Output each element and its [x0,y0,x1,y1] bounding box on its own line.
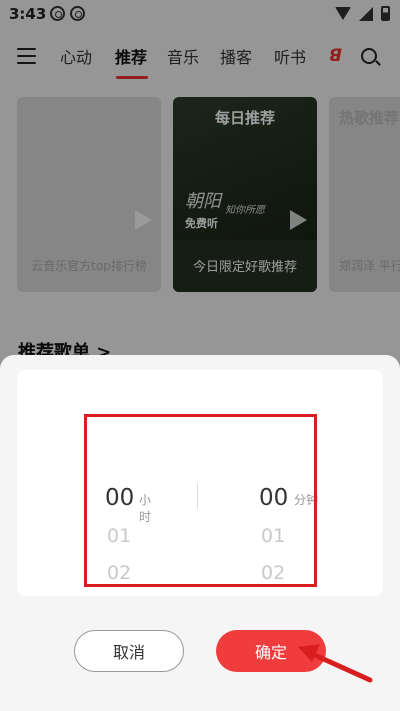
cancel-button[interactable]: 取消 [74,630,184,672]
time-picker: 00 小时 01 02 00 分钟 01 02 [17,370,383,596]
timer-bottom-sheet: 00 小时 01 02 00 分钟 01 02 取消 确定 [0,355,400,711]
annotation-arrow-icon [298,644,373,683]
annotation-highlight-box [84,414,317,587]
